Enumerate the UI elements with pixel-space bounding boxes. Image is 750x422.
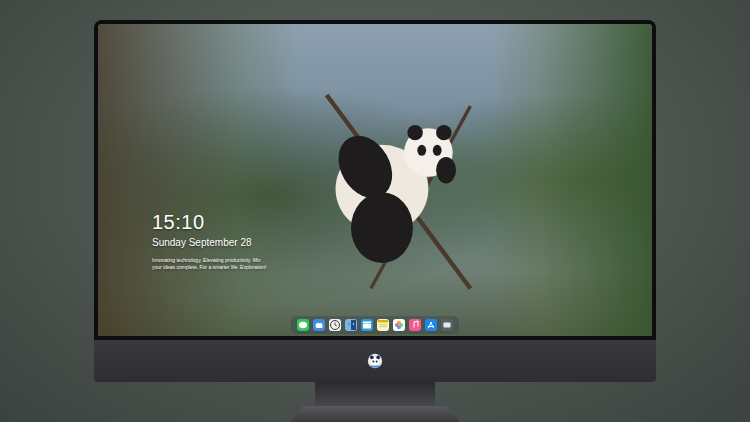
tagline: Innovating technology, Elevating product…: [152, 257, 270, 271]
clock-icon[interactable]: [329, 319, 341, 331]
clock-time: 15:10: [152, 210, 270, 234]
monitor-base: [290, 406, 460, 422]
lock-screen-info: 15:10 Sunday September 28 Innovating techn…: [152, 210, 270, 271]
monitor-chin: [94, 340, 656, 382]
monitor-neck: [315, 382, 435, 406]
finder-icon[interactable]: [345, 319, 357, 331]
monitor: 15:10 Sunday September 28 Innovating techn…: [94, 20, 656, 422]
messages-icon[interactable]: [297, 319, 309, 331]
cloud-icon[interactable]: [313, 319, 325, 331]
photos-icon[interactable]: [393, 319, 405, 331]
brand-logo-icon: [366, 352, 384, 370]
mockup-background: 15:10 Sunday September 28 Innovating techn…: [0, 0, 750, 422]
desktop-screen: 15:10 Sunday September 28 Innovating techn…: [98, 24, 652, 336]
dock: [291, 316, 459, 334]
panda-icon: [303, 84, 483, 294]
notes-icon[interactable]: [377, 319, 389, 331]
monitor-bezel: 15:10 Sunday September 28 Innovating techn…: [94, 20, 656, 340]
folder-icon[interactable]: [441, 319, 453, 331]
wallpaper-photo: [98, 24, 652, 336]
app-store-icon[interactable]: [425, 319, 437, 331]
music-icon[interactable]: [409, 319, 421, 331]
clock-date: Sunday September 28: [152, 236, 270, 249]
video-icon[interactable]: [361, 319, 373, 331]
